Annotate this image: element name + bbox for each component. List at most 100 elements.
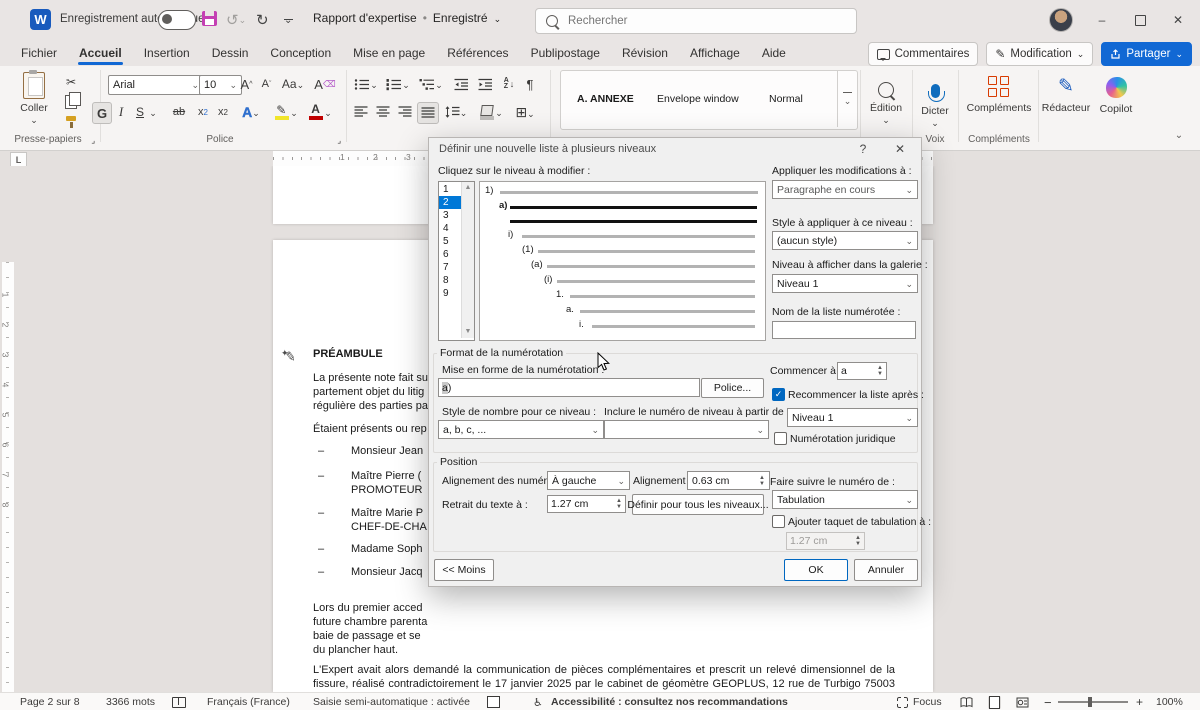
style-envelope-window[interactable]: Envelope window: [657, 71, 747, 127]
ok-button[interactable]: OK: [784, 559, 848, 581]
scroll-down-icon[interactable]: ▼: [462, 326, 474, 338]
align-right-button[interactable]: [396, 102, 414, 122]
editor-button[interactable]: ✎ Rédacteur: [1042, 72, 1090, 114]
dialog-help-button[interactable]: ?: [854, 142, 872, 156]
level-1[interactable]: 1: [439, 183, 463, 196]
align-left-button[interactable]: [352, 102, 370, 122]
avatar[interactable]: [1049, 8, 1073, 32]
maximize-button[interactable]: [1123, 0, 1157, 40]
level-4[interactable]: 4: [439, 222, 463, 235]
level-8[interactable]: 8: [439, 274, 463, 287]
tab-fichier[interactable]: Fichier: [10, 40, 68, 66]
zoom-level[interactable]: 100%: [1156, 693, 1183, 710]
level-scrollbar[interactable]: ▲ ▼: [461, 182, 474, 338]
share-button[interactable]: Partager: [1101, 42, 1192, 66]
cut-button[interactable]: ✂: [62, 74, 80, 90]
restart-after-select[interactable]: Niveau 1: [787, 408, 918, 427]
dictate-button[interactable]: Dicter: [916, 72, 954, 129]
borders-button[interactable]: ⊞: [511, 102, 539, 122]
include-level-select[interactable]: [604, 420, 769, 439]
level-5[interactable]: 5: [439, 235, 463, 248]
number-style-select[interactable]: a, b, c, ...: [438, 420, 604, 439]
link-style-select[interactable]: (aucun style): [772, 231, 918, 250]
tab-affichage[interactable]: Affichage: [679, 40, 751, 66]
zoom-slider-thumb[interactable]: [1088, 697, 1092, 707]
grow-font-button[interactable]: A^: [238, 74, 255, 94]
level-6[interactable]: 6: [439, 248, 463, 261]
accessibility-icon[interactable]: ♿: [533, 693, 543, 710]
tab-publipostage[interactable]: Publipostage: [520, 40, 611, 66]
zoom-slider[interactable]: [1058, 693, 1128, 710]
copilot-margin-pen-icon[interactable]: ✎✦: [283, 350, 301, 368]
page-indicator[interactable]: Page 2 sur 8: [20, 693, 80, 710]
level-7[interactable]: 7: [439, 261, 463, 274]
font-dialog-launcher[interactable]: [332, 134, 345, 147]
decrease-indent-button[interactable]: [452, 74, 470, 94]
format-painter-button[interactable]: [62, 114, 80, 130]
level-2-selected[interactable]: 2: [439, 196, 463, 209]
collapse-ribbon-button[interactable]: ⌄: [1170, 130, 1188, 144]
zoom-out-button[interactable]: −: [1044, 693, 1052, 710]
recommendations-icon[interactable]: [487, 693, 500, 710]
underline-menu[interactable]: [148, 102, 158, 122]
tab-dessin[interactable]: Dessin: [201, 40, 260, 66]
apply-changes-select[interactable]: Paragraphe en cours: [772, 180, 918, 199]
tab-aide[interactable]: Aide: [751, 40, 797, 66]
text-effects-button[interactable]: A: [238, 102, 264, 122]
line-spacing-button[interactable]: [443, 102, 469, 122]
show-marks-button[interactable]: ¶: [522, 74, 538, 94]
web-layout-button[interactable]: [1016, 693, 1029, 710]
autocomplete-indicator[interactable]: Saisie semi-automatique : activée: [313, 693, 470, 710]
tab-revision[interactable]: Révision: [611, 40, 679, 66]
underline-button[interactable]: S: [132, 102, 148, 122]
add-tab-stop-checkbox[interactable]: [772, 515, 785, 528]
superscript-button[interactable]: x2: [214, 102, 232, 122]
bullets-button[interactable]: [352, 74, 380, 94]
customize-quick-access-icon[interactable]: ⌄: [284, 10, 292, 30]
number-format-input[interactable]: a): [438, 378, 700, 397]
italic-button[interactable]: I: [114, 102, 128, 122]
gallery-level-select[interactable]: Niveau 1: [772, 274, 918, 293]
copilot-button[interactable]: Copilot: [1094, 72, 1138, 115]
follow-number-select[interactable]: Tabulation: [772, 490, 918, 509]
shrink-font-button[interactable]: Aˇ: [258, 74, 275, 94]
addins-button[interactable]: Compléments: [964, 72, 1034, 114]
legal-numbering-checkbox[interactable]: [774, 432, 787, 445]
shading-button[interactable]: [477, 102, 505, 122]
comments-button[interactable]: Commentaires: [868, 42, 979, 66]
style-normal[interactable]: Normal: [769, 71, 827, 127]
close-button[interactable]: ✕: [1161, 0, 1195, 40]
undo-icon[interactable]: ↺: [226, 10, 246, 30]
search-bar[interactable]: [535, 8, 857, 34]
dialog-close-button[interactable]: ✕: [891, 142, 909, 156]
focus-mode-button[interactable]: Focus: [897, 693, 942, 710]
language-indicator[interactable]: Français (France): [207, 693, 290, 710]
tab-mise-en-page[interactable]: Mise en page: [342, 40, 436, 66]
sort-button[interactable]: AZ↓: [500, 74, 518, 94]
minimize-button[interactable]: –: [1085, 0, 1119, 40]
number-alignment-select[interactable]: À gauche: [547, 471, 630, 490]
numbering-button[interactable]: [384, 74, 412, 94]
word-app-icon[interactable]: W: [30, 9, 51, 30]
strikethrough-button[interactable]: ab: [168, 102, 190, 122]
editing-mode-button[interactable]: ✎ Modification: [986, 42, 1093, 66]
list-name-input[interactable]: [772, 321, 916, 339]
style-annexe[interactable]: A. ANNEXE: [577, 71, 649, 127]
paste-button[interactable]: Coller: [12, 72, 56, 126]
font-name-select[interactable]: Arial: [108, 75, 204, 95]
less-button[interactable]: << Moins: [434, 559, 494, 581]
zoom-in-button[interactable]: +: [1136, 693, 1143, 710]
tab-references[interactable]: Références: [436, 40, 519, 66]
word-count[interactable]: 3366 mots: [106, 693, 155, 710]
proofing-icon[interactable]: [172, 693, 186, 710]
multilevel-list-button[interactable]: [416, 74, 446, 94]
tab-conception[interactable]: Conception: [259, 40, 342, 66]
clipboard-dialog-launcher[interactable]: [86, 134, 99, 147]
set-for-all-levels-button[interactable]: Définir pour tous les niveaux...: [632, 494, 764, 515]
search-input[interactable]: [566, 14, 810, 28]
level-3[interactable]: 3: [439, 209, 463, 222]
autosave-toggle[interactable]: [158, 10, 196, 30]
tab-accueil[interactable]: Accueil: [68, 40, 133, 66]
font-button[interactable]: Police...: [701, 378, 764, 398]
restart-list-checkbox[interactable]: ✓: [772, 388, 785, 401]
